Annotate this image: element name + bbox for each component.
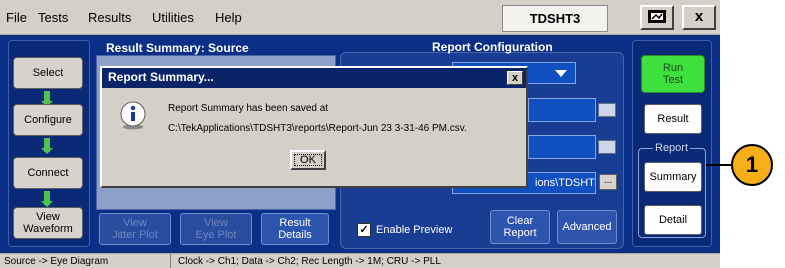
- view-eye-line1: View: [204, 217, 228, 229]
- view-eye-line2: Eye Plot: [195, 229, 237, 241]
- menu-help[interactable]: Help: [215, 10, 242, 25]
- workflow-nav: Select Configure Connect View Waveform: [8, 40, 90, 247]
- menu-file[interactable]: File: [6, 10, 27, 25]
- view-waveform-line1: View: [36, 211, 60, 223]
- status-divider: [170, 254, 171, 268]
- view-jitter-plot-button[interactable]: View Jitter Plot: [99, 213, 171, 245]
- connect-button[interactable]: Connect: [13, 157, 83, 189]
- status-source: Source -> Eye Diagram: [4, 256, 109, 267]
- status-bar: Source -> Eye Diagram Clock -> Ch1; Data…: [0, 253, 720, 268]
- arrow-down-icon: [41, 191, 53, 207]
- summary-button[interactable]: Summary: [644, 162, 702, 192]
- result-details-button[interactable]: Result Details: [261, 213, 329, 245]
- minimize-view-button[interactable]: [640, 5, 674, 30]
- keypad-icon[interactable]: [598, 103, 616, 117]
- detail-button[interactable]: Detail: [644, 205, 702, 235]
- run-test-line2: Test: [662, 74, 684, 86]
- dialog-title: Report Summary...: [108, 70, 214, 84]
- enable-preview-checkbox[interactable]: ✓: [357, 223, 371, 237]
- menu-tests[interactable]: Tests: [38, 10, 68, 25]
- enable-preview-label: Enable Preview: [376, 224, 453, 236]
- run-test-line1: Run: [662, 62, 684, 74]
- result-summary-title: Result Summary: Source: [106, 41, 249, 55]
- menu-utilities[interactable]: Utilities: [152, 10, 194, 25]
- clear-report-line1: Clear: [506, 215, 534, 227]
- close-button[interactable]: x: [682, 5, 716, 30]
- chevron-down-icon: [555, 70, 567, 77]
- report-group-label: Report: [653, 142, 691, 154]
- dialog-message-line2: C:\TekApplications\TDSHT3\reports\Report…: [168, 123, 467, 134]
- report-config-title: Report Configuration: [432, 40, 553, 54]
- callout-number: 1: [731, 144, 773, 186]
- clear-report-line2: Report: [503, 227, 537, 239]
- report-field-1[interactable]: [528, 98, 596, 122]
- view-eye-plot-button[interactable]: View Eye Plot: [180, 213, 252, 245]
- select-button[interactable]: Select: [13, 57, 83, 89]
- dialog-title-bar: Report Summary... x: [102, 68, 526, 88]
- status-settings: Clock -> Ch1; Data -> Ch2; Rec Length ->…: [178, 256, 441, 267]
- view-waveform-button[interactable]: View Waveform: [13, 207, 83, 239]
- arrow-down-icon: [41, 138, 53, 154]
- app-title: TDSHT3: [502, 5, 608, 32]
- report-field-2[interactable]: [528, 135, 596, 159]
- run-test-button[interactable]: Run Test: [641, 55, 705, 93]
- dialog-close-button[interactable]: x: [507, 71, 523, 85]
- keypad-icon[interactable]: [598, 140, 616, 154]
- view-waveform-line2: Waveform: [23, 223, 73, 235]
- result-details-line2: Details: [278, 229, 312, 241]
- clear-report-button[interactable]: Clear Report: [490, 210, 550, 244]
- monitor-icon: [648, 10, 666, 23]
- view-jitter-line1: View: [123, 217, 147, 229]
- result-button[interactable]: Result: [644, 104, 702, 134]
- close-icon: x: [694, 8, 704, 25]
- advanced-button[interactable]: Advanced: [557, 210, 617, 244]
- arrow-down-icon: [41, 91, 53, 107]
- view-jitter-line2: Jitter Plot: [112, 229, 158, 241]
- report-summary-dialog: Report Summary... x Report Summary has b…: [100, 66, 528, 188]
- result-details-line1: Result: [279, 217, 311, 229]
- info-icon: [120, 101, 146, 130]
- dialog-message-line1: Report Summary has been saved at: [168, 103, 329, 114]
- ok-button[interactable]: OK: [290, 150, 326, 170]
- browse-button[interactable]: ...: [599, 174, 617, 190]
- callout-leader-line: [706, 164, 733, 166]
- configure-button[interactable]: Configure: [13, 104, 83, 136]
- menu-results[interactable]: Results: [88, 10, 131, 25]
- menu-bar: File Tests Results Utilities Help: [0, 0, 720, 35]
